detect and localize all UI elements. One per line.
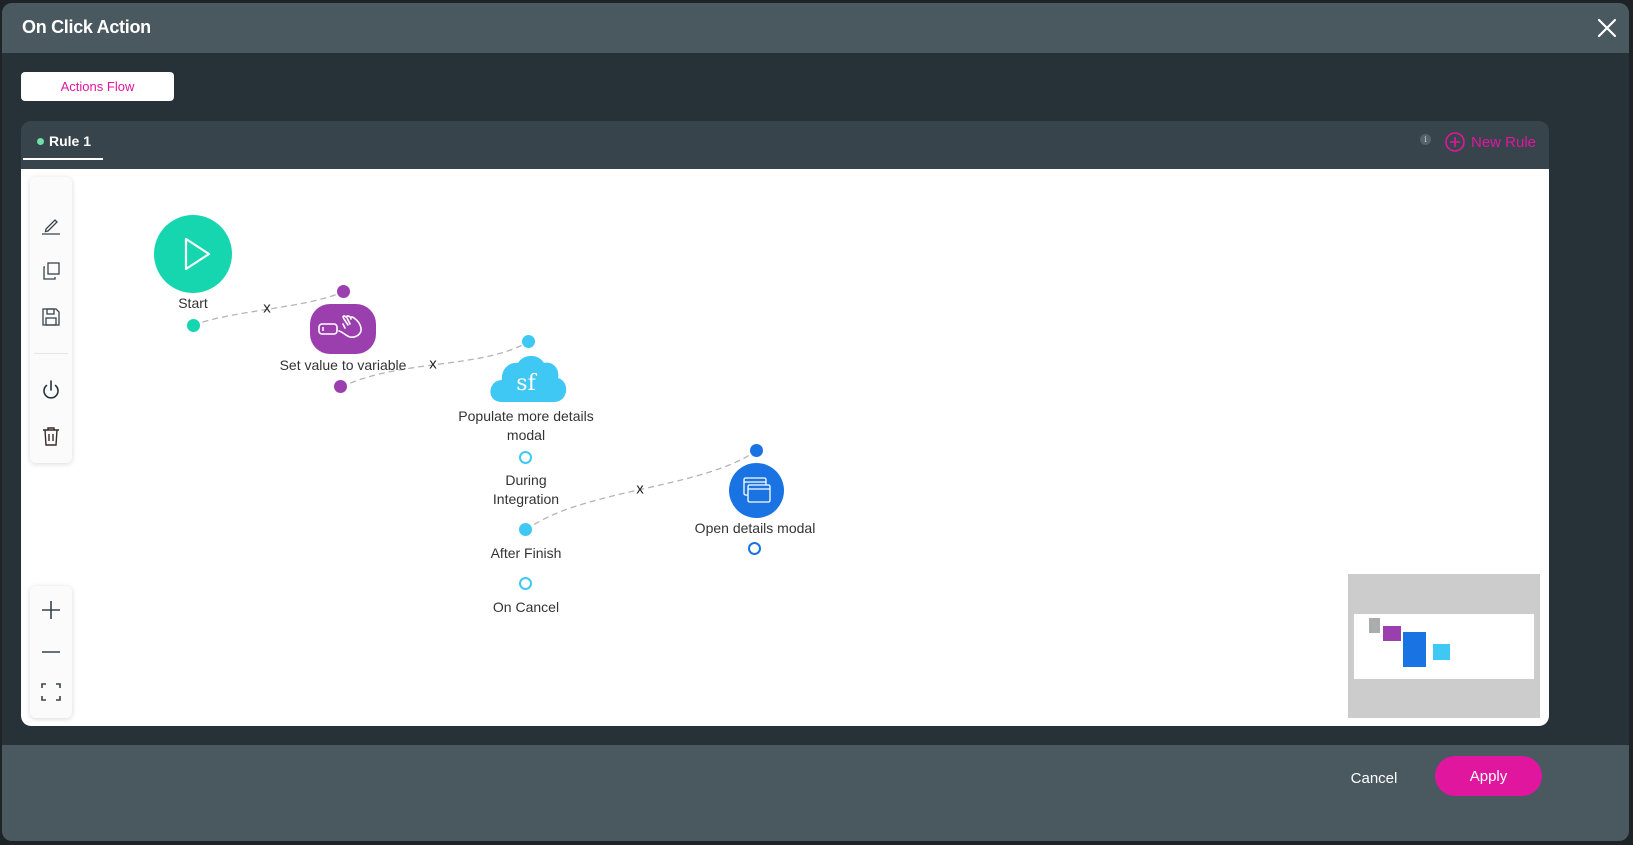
remove-edge-button[interactable]: x <box>636 481 644 498</box>
zoom-out-button[interactable] <box>39 640 63 664</box>
node-open-modal[interactable] <box>729 463 784 518</box>
during-integration-port[interactable] <box>519 451 532 464</box>
node-open-modal-label: Open details modal <box>694 520 816 536</box>
add-circle-icon <box>1445 132 1465 152</box>
node-populate-label: Populate more details modal <box>458 407 593 445</box>
modal-title: On Click Action <box>22 17 151 37</box>
actions-flow-tab[interactable]: Actions Flow <box>21 72 174 101</box>
fit-screen-button[interactable] <box>39 680 63 704</box>
trash-icon <box>43 427 59 446</box>
minimap-node-open-modal <box>1403 632 1426 667</box>
node-populate-label-line1: Populate more details <box>458 408 594 424</box>
on-click-action-modal: On Click Action Actions Flow Rule 1 i Ne… <box>2 3 1629 841</box>
on-cancel-label: On Cancel <box>492 599 560 615</box>
zoom-in-button[interactable] <box>39 598 63 622</box>
during-label-line2: Integration <box>492 491 560 507</box>
modal-footer: Cancel Apply <box>2 745 1629 841</box>
cancel-button[interactable]: Cancel <box>1342 765 1406 791</box>
remove-edge-button[interactable]: x <box>263 300 271 317</box>
new-rule-label: New Rule <box>1471 133 1537 151</box>
salesforce-cloud-icon: sf <box>490 355 567 402</box>
modal-header: On Click Action <box>2 3 1629 53</box>
on-cancel-port[interactable] <box>519 577 532 590</box>
canvas-toolbar <box>30 177 72 463</box>
rule-panel: Rule 1 i New Rule Start x Set value to v… <box>21 121 1549 726</box>
minimap[interactable] <box>1348 574 1540 718</box>
play-icon <box>184 237 211 271</box>
active-tab-indicator <box>23 158 103 160</box>
tab-rule-1[interactable]: Rule 1 <box>23 121 103 161</box>
during-label-line1: During <box>505 472 547 488</box>
save-button[interactable] <box>39 305 63 329</box>
toolbar-divider <box>34 353 68 354</box>
node-populate[interactable]: sf <box>488 350 568 406</box>
minimap-node-set-value <box>1383 626 1401 641</box>
salesforce-sf-text: sf <box>516 371 537 396</box>
copy-icon <box>43 262 60 280</box>
set-value-input-port[interactable] <box>337 285 350 298</box>
node-populate-label-line2: modal <box>506 427 546 443</box>
fit-icon <box>41 683 61 701</box>
pencil-icon <box>42 219 60 235</box>
edit-button[interactable] <box>39 213 63 237</box>
new-rule-button[interactable]: New Rule <box>1445 131 1536 153</box>
populate-input-port[interactable] <box>522 335 535 348</box>
after-finish-label: After Finish <box>490 545 562 561</box>
apply-button[interactable]: Apply <box>1435 756 1542 796</box>
save-icon <box>42 308 60 326</box>
node-set-value-label: Set value to variable <box>279 357 407 373</box>
zoom-controls <box>30 586 72 718</box>
rule-status-dot <box>37 138 44 145</box>
minimap-node-populate <box>1433 644 1450 660</box>
flow-canvas[interactable]: Start x Set value to variable x sf Popul… <box>21 169 1549 726</box>
close-button[interactable] <box>1595 16 1619 40</box>
window-icon <box>743 477 771 503</box>
delete-button[interactable] <box>39 424 63 448</box>
start-output-port[interactable] <box>187 319 200 332</box>
set-value-output-port[interactable] <box>334 380 347 393</box>
minimap-node-start <box>1369 618 1380 633</box>
open-modal-output-port[interactable] <box>748 542 761 555</box>
node-set-value[interactable] <box>310 304 376 354</box>
minus-icon <box>42 651 60 653</box>
remove-edge-button[interactable]: x <box>429 356 437 373</box>
during-integration-label: During Integration <box>493 471 559 509</box>
toggle-power-button[interactable] <box>39 378 63 402</box>
flow-edges <box>192 291 757 531</box>
node-start-label: Start <box>178 295 208 311</box>
rule-tab-label: Rule 1 <box>49 133 92 149</box>
after-finish-port[interactable] <box>519 523 532 536</box>
duplicate-button[interactable] <box>39 259 63 283</box>
node-start[interactable] <box>154 215 232 293</box>
close-icon <box>1597 18 1617 38</box>
plus-icon <box>42 601 60 619</box>
info-icon[interactable]: i <box>1420 134 1431 145</box>
open-modal-input-port[interactable] <box>750 444 763 457</box>
hand-toggle-icon <box>318 315 362 338</box>
power-icon <box>43 380 59 399</box>
